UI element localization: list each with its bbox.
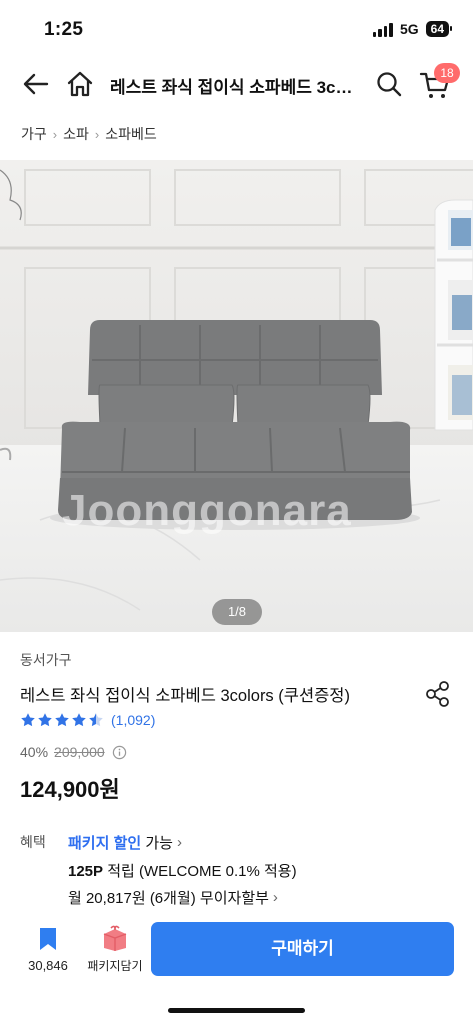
home-indicator[interactable] xyxy=(168,1008,305,1013)
points-amount: 125P xyxy=(68,863,104,880)
chevron-right-icon: › xyxy=(52,126,58,142)
package-discount-link[interactable]: 패키지 할인 가능 › xyxy=(68,832,182,853)
star-icon xyxy=(38,713,52,727)
chevron-right-icon: › xyxy=(176,834,182,851)
status-bar: 1:25 5G 64 xyxy=(0,0,473,58)
review-count[interactable]: (1,092) xyxy=(111,712,155,728)
breadcrumb-item-sofabed[interactable]: 소파베드 xyxy=(105,124,157,144)
status-indicators: 5G 64 xyxy=(372,21,453,37)
cart-count-badge: 18 xyxy=(434,63,460,83)
sale-price: 124,900원 xyxy=(20,777,120,802)
discount-rate: 40% xyxy=(20,744,49,760)
original-price: 209,000 xyxy=(54,744,105,760)
brand-name[interactable]: 동서가구 xyxy=(20,650,72,670)
battery-icon: 64 xyxy=(425,21,453,37)
discount-row: 40% 209,000 xyxy=(20,744,127,760)
points-text: 적립 (WELCOME 0.1% 적용) xyxy=(103,863,297,880)
share-icon[interactable] xyxy=(423,679,453,709)
signal-icon xyxy=(372,22,393,37)
breadcrumb: 가구 › 소파 › 소파베드 xyxy=(21,124,157,144)
gift-box-icon xyxy=(103,925,127,951)
sofa-bed-photo xyxy=(0,160,473,632)
buy-button[interactable]: 구매하기 xyxy=(151,922,454,976)
installment-link[interactable]: 월 20,817원 (6개월) 무이자할부 › xyxy=(68,887,278,908)
network-label: 5G xyxy=(399,21,419,37)
product-title: 레스트 좌식 접이식 소파베드 3colors (쿠션증정) xyxy=(20,687,350,705)
product-image-carousel[interactable]: Joonggonara 1/8 xyxy=(0,160,473,632)
rating-row[interactable]: (1,092) xyxy=(20,712,155,728)
points-info: 125P 적립 (WELCOME 0.1% 적용) xyxy=(68,860,297,881)
half-star-icon xyxy=(89,713,103,727)
chevron-right-icon: › xyxy=(272,889,278,906)
package-discount-highlight: 패키지 할인 xyxy=(68,835,142,852)
breadcrumb-item-furniture[interactable]: 가구 xyxy=(21,124,47,144)
home-icon[interactable] xyxy=(64,68,96,100)
status-time: 1:25 xyxy=(44,19,84,40)
bottom-action-bar: 30,846 패키지담기 구매하기 xyxy=(0,920,473,990)
image-counter: 1/8 xyxy=(212,599,262,625)
back-arrow-icon[interactable] xyxy=(20,68,52,100)
info-icon[interactable] xyxy=(112,745,127,760)
benefit-label: 혜택 xyxy=(20,834,46,850)
page-title: 레스트 좌식 접이식 소파베드 3colors (쿠션증정) xyxy=(110,78,360,97)
rating-stars xyxy=(20,712,104,728)
installment-text: 월 20,817원 (6개월) 무이자할부 xyxy=(68,890,269,907)
search-icon[interactable] xyxy=(374,69,404,99)
bookmark-icon xyxy=(40,928,56,950)
breadcrumb-item-sofa[interactable]: 소파 xyxy=(63,124,89,144)
chevron-right-icon: › xyxy=(94,126,100,142)
wishlist-count: 30,846 xyxy=(28,958,68,973)
top-nav: 레스트 좌식 접이식 소파베드 3colors (쿠션증정) 18 xyxy=(0,58,473,112)
add-to-package-button[interactable]: 패키지담기 xyxy=(84,924,146,974)
watermark: Joonggonara xyxy=(62,486,352,535)
star-icon xyxy=(72,713,86,727)
star-icon xyxy=(55,713,69,727)
wishlist-button[interactable]: 30,846 xyxy=(22,926,74,973)
package-discount-text: 가능 xyxy=(141,835,173,852)
star-icon xyxy=(21,713,35,727)
add-to-package-label: 패키지담기 xyxy=(87,959,143,973)
